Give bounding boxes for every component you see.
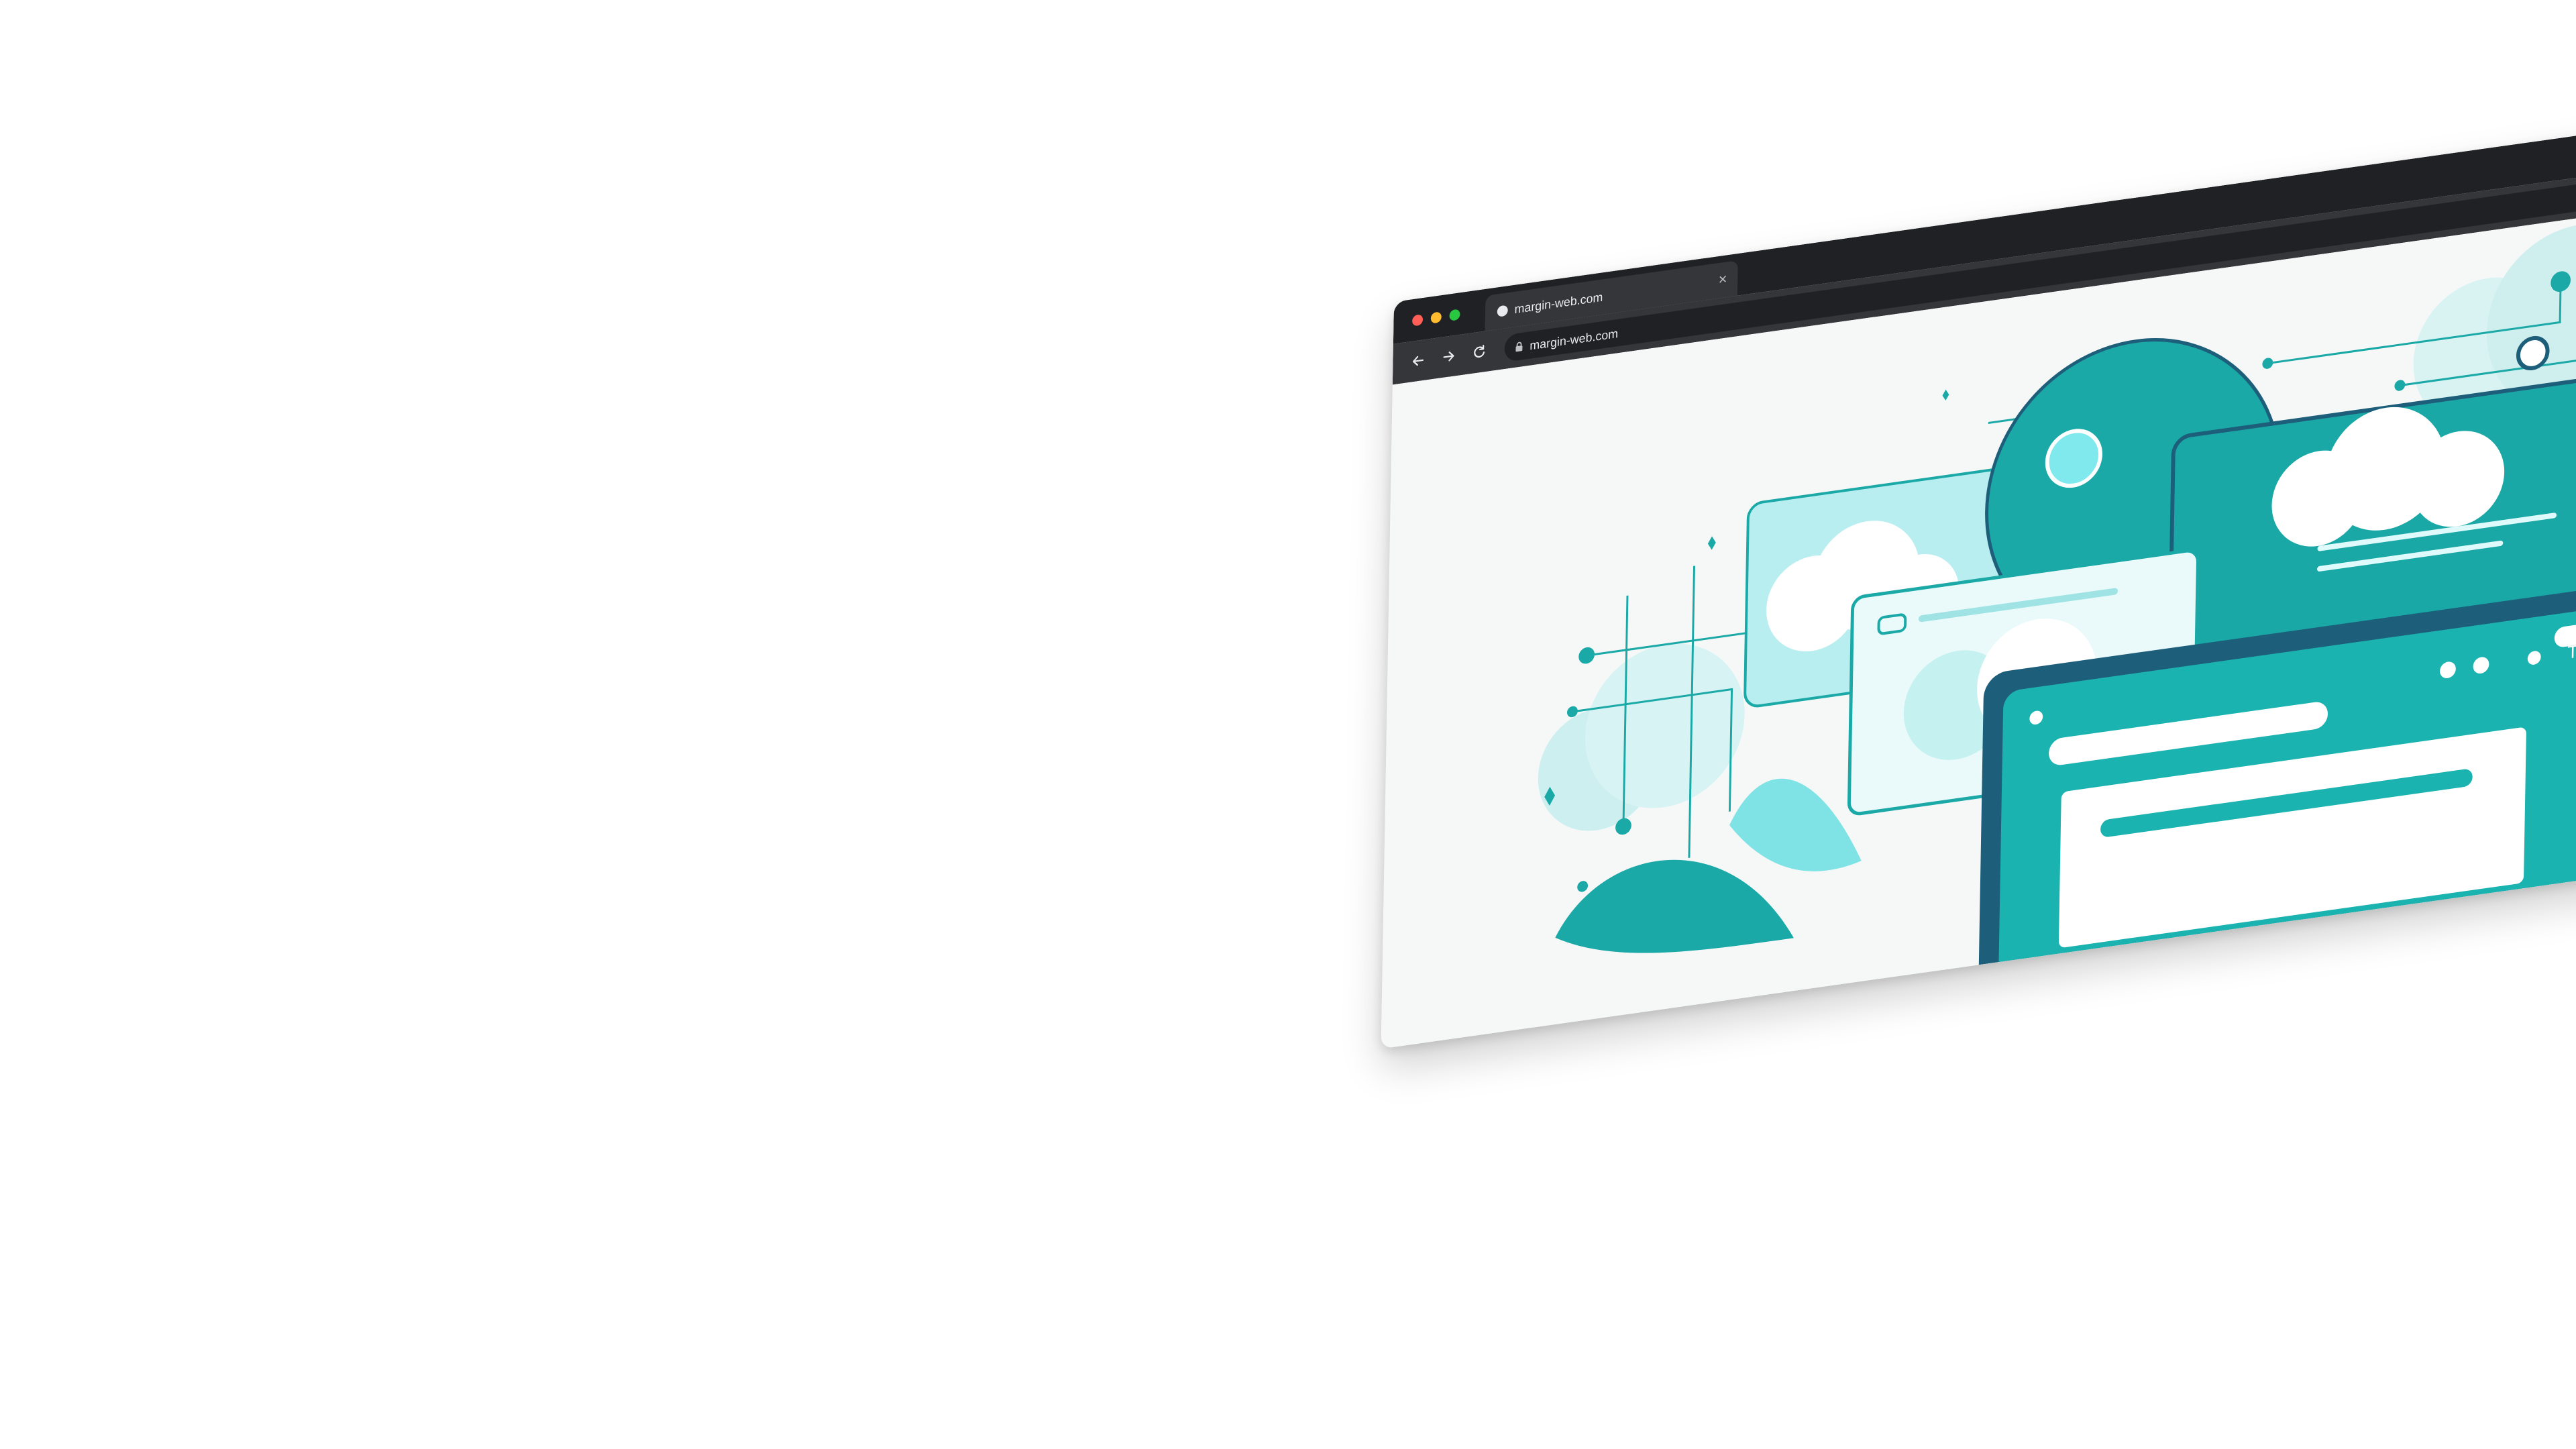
- browser-window: margin-web.com × margin-web.com Tool: [1381, 96, 2576, 1049]
- desktop-background: margin-web.com × margin-web.com Tool: [0, 0, 2576, 1449]
- forward-button[interactable]: [1438, 344, 1459, 369]
- arrow-right-icon: [1443, 352, 1454, 362]
- reload-button[interactable]: [1468, 340, 1490, 365]
- maximize-window-button[interactable]: [1449, 309, 1460, 321]
- close-window-button[interactable]: [1412, 314, 1424, 327]
- lock-icon: [1515, 341, 1523, 352]
- url-text: margin-web.com: [1529, 326, 1619, 353]
- back-button[interactable]: [1407, 348, 1429, 373]
- close-icon[interactable]: ×: [1719, 270, 1727, 288]
- globe-icon: [1497, 305, 1508, 317]
- reload-icon: [1474, 344, 1485, 358]
- arrow-left-icon: [1412, 356, 1424, 366]
- tab-title: margin-web.com: [1514, 290, 1603, 317]
- minimize-window-button[interactable]: [1430, 311, 1442, 324]
